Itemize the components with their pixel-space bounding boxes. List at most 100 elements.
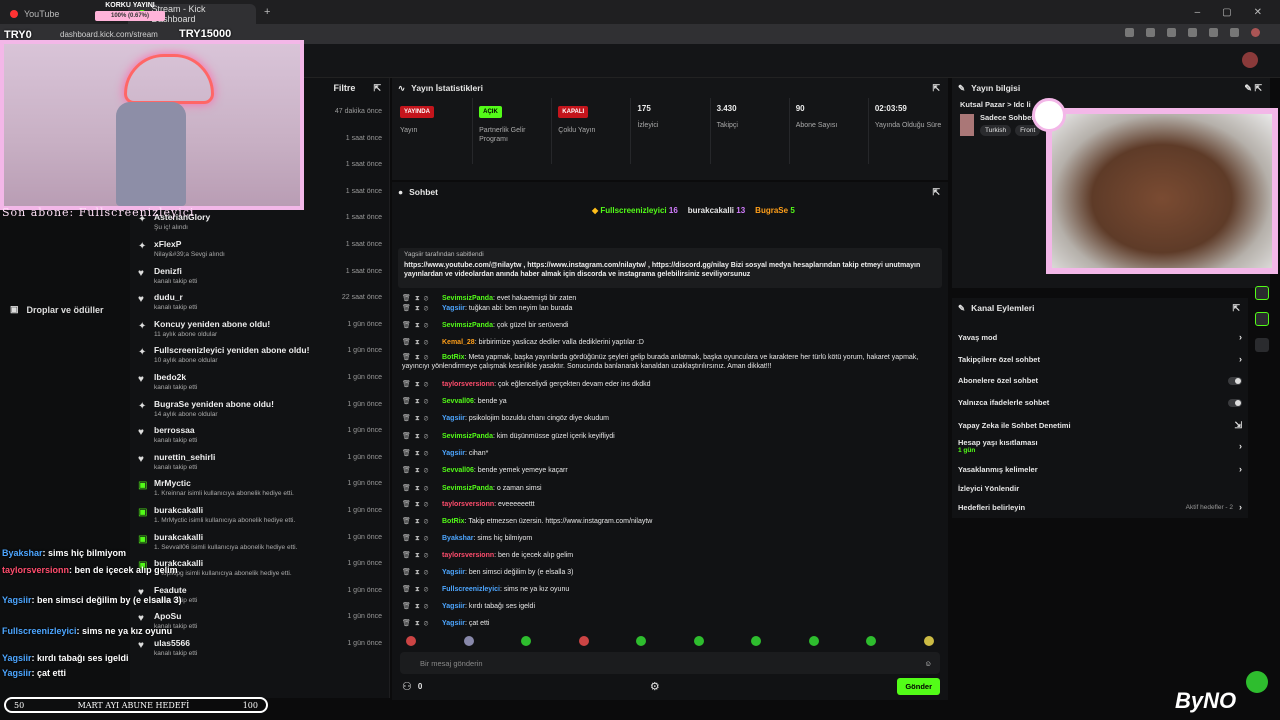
chat-message[interactable]: 🗑⧗⊘ Byakshar: sims hiç bilmiyom <box>402 534 932 543</box>
supporter[interactable]: BugraSe 5 <box>755 206 795 215</box>
mod-tools-icon[interactable]: 🗑⧗⊘ <box>402 619 442 628</box>
extension-icon[interactable] <box>1146 28 1155 37</box>
chat-message[interactable]: 🗑⧗⊘ Sevvall06: bende ya <box>402 397 932 406</box>
popout-icon[interactable]: ⇱ <box>373 83 381 94</box>
chat-message[interactable]: 🗑⧗⊘ Yagsiir: tuğkan abi: ben neyim lan bu… <box>402 304 932 313</box>
dashboard-icon[interactable] <box>1255 286 1269 300</box>
emote-icon[interactable] <box>866 636 877 646</box>
toggle-switch[interactable] <box>1228 398 1242 407</box>
close-button[interactable]: ✕ <box>1254 7 1262 18</box>
chat-username[interactable]: taylorsversionn <box>442 501 494 508</box>
channel-action[interactable]: Hesap yaşı kısıtlaması 1 gün › <box>958 438 1242 454</box>
users-icon[interactable]: ⚇ <box>402 680 412 693</box>
chat-username[interactable]: Yagsiir <box>442 305 465 312</box>
chat-message[interactable]: 🗑⧗⊘ Kemal_28: birbirimize yaslicaz dedile… <box>402 338 932 347</box>
filter-button[interactable]: Filtre <box>333 83 355 93</box>
maximize-button[interactable]: ▢ <box>1222 7 1231 18</box>
chat-input[interactable]: Bir mesaj gönderin ☺ <box>400 652 940 674</box>
channel-action[interactable]: Takipçilere özel sohbet › <box>958 354 1242 364</box>
chat-message[interactable]: 🗑⧗⊘ BotRix: Meta yapmak, başka yayınlarda… <box>402 353 932 371</box>
chat-message[interactable]: 🗑⧗⊘ Fullscreenizleyici: sims ne ya kız oy… <box>402 585 932 594</box>
chat-username[interactable]: SevimsizPanda <box>442 295 493 302</box>
feed-item[interactable]: ✦ Koncuy yeniden abone oldu! 11 aylık abon… <box>130 319 390 345</box>
chat-message[interactable]: 🗑⧗⊘ SevimsizPanda: evet hakaetmişti bir z… <box>402 294 932 303</box>
feed-item[interactable]: ✦ xFlexP Nilay&#39;a Sevgi alındı 1 saat ön… <box>130 239 390 265</box>
feed-item[interactable]: ✦ Fullscreenizleyici yeniden abone oldu! 1… <box>130 345 390 371</box>
mod-tools-icon[interactable]: 🗑⧗⊘ <box>402 484 442 493</box>
mod-tools-icon[interactable]: 🗑⧗⊘ <box>402 338 442 347</box>
channel-action[interactable]: Yalnızca ifadelerle sohbet <box>958 398 1242 407</box>
avatar[interactable] <box>1242 52 1258 68</box>
channel-action[interactable]: Yavaş mod › <box>958 332 1242 342</box>
chat-username[interactable]: taylorsversionn <box>442 552 494 559</box>
toggle-switch[interactable] <box>1228 376 1242 385</box>
mod-tools-icon[interactable]: 🗑⧗⊘ <box>402 414 442 423</box>
chat-message[interactable]: 🗑⧗⊘ Yagsiir: kırdı tabağı ses igeldi <box>402 602 932 611</box>
emote-icon[interactable] <box>751 636 762 646</box>
chat-message[interactable]: 🗑⧗⊘ SevimsizPanda: çok güzel bir serüvend… <box>402 321 932 330</box>
chat-message[interactable]: 🗑⧗⊘ Yagsiir: cihan* <box>402 449 932 458</box>
edit-icon[interactable]: ✎ ⇱ <box>1244 83 1262 94</box>
dots-icon[interactable] <box>1255 338 1269 352</box>
chat-message[interactable]: 🗑⧗⊘ Yagsiir: ben simsci değilim by (e els… <box>402 568 932 577</box>
feed-item[interactable]: ♥ Denizfi kanalı takip etti 1 saat önce <box>130 266 390 292</box>
sidebar-item-drops[interactable]: ▣ Droplar ve ödüller <box>10 304 104 315</box>
chat-username[interactable]: Yagsiir <box>442 450 465 457</box>
chat-username[interactable]: taylorsversionn <box>442 381 494 388</box>
feed-item[interactable]: ♥ nurettin_sehirli kanalı takip etti 1 gün … <box>130 452 390 478</box>
mod-tools-icon[interactable]: 🗑⧗⊘ <box>402 353 442 362</box>
chat-username[interactable]: Yagsiir <box>442 603 465 610</box>
chat-message[interactable]: 🗑⧗⊘ Yagsiir: çat etti <box>402 619 932 628</box>
chat-username[interactable]: Fullscreenizleyici <box>442 586 500 593</box>
chat-message[interactable]: 🗑⧗⊘ taylorsversionn: eveeeeeettt <box>402 500 932 509</box>
emote-icon[interactable] <box>406 636 416 646</box>
tag[interactable]: Turkish <box>980 125 1012 136</box>
mod-tools-icon[interactable]: 🗑⧗⊘ <box>402 551 442 560</box>
extension-icon[interactable] <box>1188 28 1197 37</box>
profile-icon[interactable] <box>1251 28 1260 37</box>
channel-action[interactable]: Yapay Zeka ile Sohbet Denetimi ⇲ <box>958 420 1242 431</box>
bookmark-icon[interactable] <box>1125 28 1134 37</box>
channel-action[interactable]: Abonelere özel sohbet <box>958 376 1242 385</box>
chat-username[interactable]: SevimsizPanda <box>442 322 493 329</box>
extension-icon[interactable] <box>1167 28 1176 37</box>
feed-item[interactable]: ♥ dudu_r kanalı takip etti 22 saat önce <box>130 292 390 318</box>
mod-tools-icon[interactable]: 🗑⧗⊘ <box>402 397 442 406</box>
mod-tools-icon[interactable]: 🗑⧗⊘ <box>402 534 442 543</box>
popout-icon[interactable]: ⇱ <box>1232 303 1240 314</box>
chat-username[interactable]: BotRix <box>442 354 465 361</box>
channel-action[interactable]: Hedefleri belirleyin Aktif hedefler - 2 › <box>958 502 1242 512</box>
emote-icon[interactable] <box>808 636 819 646</box>
chat-username[interactable]: BotRix <box>442 518 465 525</box>
chat-username[interactable]: Yagsiir <box>442 415 465 422</box>
minimize-button[interactable]: – <box>1195 7 1201 18</box>
emote-icon[interactable] <box>578 636 589 646</box>
chat-username[interactable]: Kemal_28 <box>442 339 475 346</box>
extensions-menu-icon[interactable] <box>1230 28 1239 37</box>
channel-action[interactable]: İzleyici Yönlendir <box>958 484 1242 493</box>
chat-username[interactable]: Yagsiir <box>442 620 465 627</box>
mod-tools-icon[interactable]: 🗑⧗⊘ <box>402 449 442 458</box>
mod-tools-icon[interactable]: 🗑⧗⊘ <box>402 517 442 526</box>
feed-item[interactable]: ▣ MrMyctic 1. Kreinnar isimli kullanıcıya … <box>130 478 390 504</box>
chat-username[interactable]: Sevvall06 <box>442 398 474 405</box>
chat-username[interactable]: Sevvall06 <box>442 467 474 474</box>
chat-message[interactable]: 🗑⧗⊘ taylorsversionn: çok eğlenceliydi ger… <box>402 380 932 389</box>
mod-tools-icon[interactable]: 🗑⧗⊘ <box>402 294 442 303</box>
mod-tools-icon[interactable]: 🗑⧗⊘ <box>402 321 442 330</box>
chat-username[interactable]: SevimsizPanda <box>442 433 493 440</box>
feed-item[interactable]: ✦ BugraSe yeniden abone oldu! 14 aylık abo… <box>130 399 390 425</box>
mod-tools-icon[interactable]: 🗑⧗⊘ <box>402 568 442 577</box>
emoji-icon[interactable]: ☺ <box>924 659 932 668</box>
chat-message[interactable]: 🗑⧗⊘ Sevvall06: bende yemek yemeye kaçarr <box>402 466 932 475</box>
mod-tools-icon[interactable]: 🗑⧗⊘ <box>402 304 442 313</box>
mod-tools-icon[interactable]: 🗑⧗⊘ <box>402 380 442 389</box>
chat-message[interactable]: 🗑⧗⊘ SevimsizPanda: o zaman simsi <box>402 484 932 493</box>
chat-message[interactable]: 🗑⧗⊘ Yagsiir: psikolojim bozuldu chanı cin… <box>402 414 932 423</box>
popout-icon[interactable]: ⇱ <box>932 83 940 94</box>
supporter[interactable]: burakcakalli 13 <box>688 206 745 215</box>
chat-username[interactable]: Byakshar <box>442 535 474 542</box>
send-button[interactable]: Gönder <box>897 678 940 695</box>
feed-item[interactable]: ♥ lbedo2k kanalı takip etti 1 gün önce <box>130 372 390 398</box>
chat-message[interactable]: 🗑⧗⊘ taylorsversionn: ben de içecek alıp g… <box>402 551 932 560</box>
